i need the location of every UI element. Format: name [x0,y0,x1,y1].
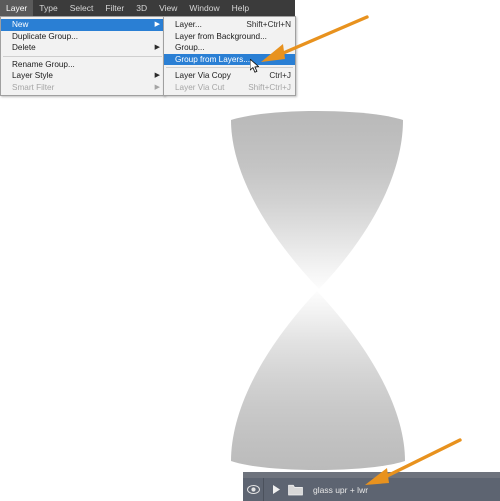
menu-item-layer-style[interactable]: Layer Style ▶ [1,70,164,82]
hourglass-upper-bulb [227,108,407,290]
menu-item-label: Layer... [175,20,202,29]
layer-visibility-toggle[interactable] [243,478,264,501]
menu-item-label: Layer Style [12,71,53,80]
layer-name-label[interactable]: glass upr + lwr [306,485,368,495]
menubar-item-filter[interactable]: Filter [99,0,130,16]
menu-separator [3,55,162,57]
menu-item-label: Layer Via Cut [175,82,225,92]
triangle-right-icon [272,485,280,494]
submenu-chevron-right-icon: ▶ [154,21,160,29]
submenu-item-layer[interactable]: Layer... Shift+Ctrl+N [164,19,295,31]
menu-item-label: Smart Filter [12,82,55,92]
submenu-chevron-right-icon: ▶ [154,72,160,80]
new-submenu[interactable]: Layer... Shift+Ctrl+N Layer from Backgro… [163,16,296,96]
menubar-item-3d[interactable]: 3D [130,0,153,16]
menubar-item-type[interactable]: Type [33,0,63,16]
submenu-item-group[interactable]: Group... [164,42,295,54]
menu-item-shortcut: Ctrl+J [269,71,291,80]
layer-group-thumbnail[interactable] [284,484,306,496]
menubar-item-layer[interactable]: Layer [0,0,34,16]
layers-panel[interactable]: glass upr + lwr [243,478,500,501]
menu-item-shortcut: Shift+Ctrl+J [248,82,291,92]
menu-item-smart-filter: Smart Filter ▶ [1,82,164,94]
menubar-item-select[interactable]: Select [64,0,100,16]
menu-item-new[interactable]: New ▶ [1,19,164,31]
menu-item-label: Layer Via Copy [175,71,231,80]
menu-item-delete[interactable]: Delete ▶ [1,42,164,54]
menu-bar[interactable]: Layer Type Select Filter 3D View Window … [0,0,295,16]
menu-item-label: Duplicate Group... [12,31,78,41]
menubar-item-window[interactable]: Window [183,0,225,16]
eye-icon [246,485,260,494]
layer-dropdown-menu[interactable]: New ▶ Duplicate Group... Delete ▶ Rename… [0,16,165,96]
submenu-item-layer-via-cut: Layer Via Cut Shift+Ctrl+J [164,82,295,94]
menu-item-label: Rename Group... [12,59,75,69]
menu-item-label: Group from Layers... [175,54,251,64]
submenu-item-layer-via-copy[interactable]: Layer Via Copy Ctrl+J [164,70,295,82]
layer-group-disclosure-toggle[interactable] [264,485,284,494]
menu-item-label: Group... [175,43,205,52]
menu-item-shortcut: Shift+Ctrl+N [246,20,291,29]
submenu-chevron-right-icon: ▶ [154,44,160,52]
submenu-item-layer-from-background[interactable]: Layer from Background... [164,31,295,43]
menu-item-label: New [12,20,29,29]
menu-item-label: Delete [12,43,36,52]
menubar-item-view[interactable]: View [153,0,183,16]
menubar-item-help[interactable]: Help [226,0,255,16]
folder-icon [287,484,303,495]
submenu-chevron-right-icon: ▶ [154,83,160,91]
submenu-item-group-from-layers[interactable]: Group from Layers... [164,53,295,65]
menu-separator [166,67,293,68]
hourglass-artwork[interactable] [227,108,407,473]
menu-item-rename-group[interactable]: Rename Group... [1,59,164,71]
menu-item-duplicate-group[interactable]: Duplicate Group... [1,31,164,43]
menu-item-label: Layer from Background... [175,31,267,41]
hourglass-lower-bulb [227,291,407,473]
